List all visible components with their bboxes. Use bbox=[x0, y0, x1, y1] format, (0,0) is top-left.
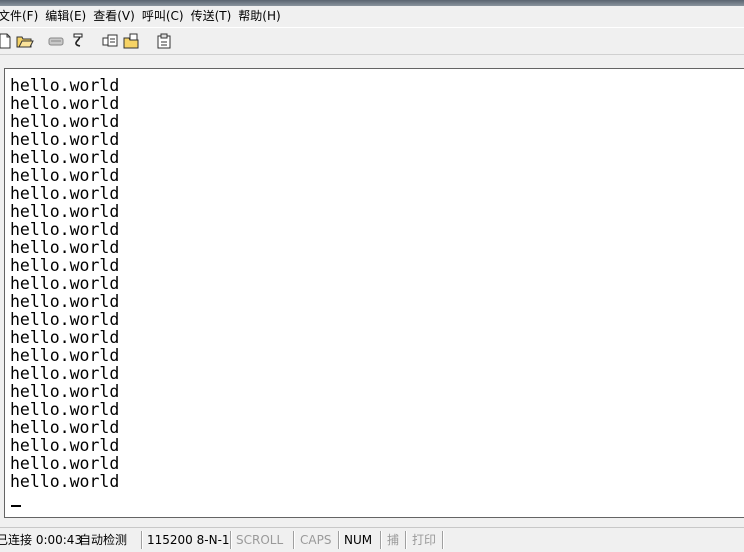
terminal-line: hello.world bbox=[10, 256, 120, 275]
terminal-line: hello.world bbox=[10, 310, 120, 329]
open-icon[interactable] bbox=[16, 32, 34, 50]
disconnect-icon[interactable] bbox=[70, 32, 88, 50]
terminal-window[interactable]: hello.world hello.world hello.world hello.w… bbox=[4, 68, 744, 518]
status-print: 打印 bbox=[412, 533, 437, 547]
menu-view[interactable]: 查看(V) bbox=[93, 6, 142, 26]
terminal-line: hello.world bbox=[10, 76, 120, 95]
terminal-line: hello.world bbox=[10, 472, 120, 491]
terminal-line: hello.world bbox=[10, 94, 120, 113]
terminal-line: hello.world bbox=[10, 328, 120, 347]
terminal-line: hello.world bbox=[10, 112, 120, 131]
terminal-line: hello.world bbox=[10, 202, 120, 221]
status-connection: 已连接 0:00:43 bbox=[0, 533, 83, 547]
status-detect: 自动检测 bbox=[79, 533, 128, 547]
menu-transfer[interactable]: 传送(T) bbox=[191, 6, 239, 26]
new-icon[interactable] bbox=[0, 32, 14, 50]
connect-icon[interactable] bbox=[47, 32, 65, 50]
terminal-line: hello.world bbox=[10, 148, 120, 167]
terminal-line: hello.world bbox=[10, 454, 120, 473]
terminal-line: hello.world bbox=[10, 364, 120, 383]
status-port-settings: 115200 8-N-1 bbox=[147, 533, 230, 547]
status-divider bbox=[338, 531, 340, 549]
terminal-line: hello.world bbox=[10, 238, 120, 257]
terminal-line: hello.world bbox=[10, 130, 120, 149]
terminal-line: hello.world bbox=[10, 292, 120, 311]
status-num: NUM bbox=[344, 533, 373, 547]
text-cursor bbox=[11, 505, 21, 507]
properties-icon[interactable] bbox=[155, 32, 173, 50]
menu-help[interactable]: 帮助(H) bbox=[238, 6, 287, 26]
status-scroll: SCROLL bbox=[236, 533, 284, 547]
terminal-line: hello.world bbox=[10, 220, 120, 239]
terminal-line: hello.world bbox=[10, 400, 120, 419]
terminal-line: hello.world bbox=[10, 418, 120, 437]
terminal-line: hello.world bbox=[10, 166, 120, 185]
terminal-line: hello.world bbox=[10, 184, 120, 203]
status-divider bbox=[380, 531, 382, 549]
menu-bar: 文件(F) 编辑(E) 查看(V) 呼叫(C) 传送(T) 帮助(H) bbox=[0, 6, 744, 26]
status-divider bbox=[405, 531, 407, 549]
terminal-line: hello.world bbox=[10, 274, 120, 293]
receive-icon[interactable] bbox=[122, 32, 140, 50]
status-caps: CAPS bbox=[300, 533, 332, 547]
status-bar: 已连接 0:00:43 自动检测 115200 8-N-1 SCROLL CAP… bbox=[0, 527, 744, 552]
menu-file[interactable]: 文件(F) bbox=[0, 6, 45, 26]
terminal-line: hello.world bbox=[10, 436, 120, 455]
status-divider bbox=[293, 531, 295, 549]
terminal-line: hello.world bbox=[10, 382, 120, 401]
status-divider bbox=[141, 531, 143, 549]
status-divider bbox=[442, 531, 444, 549]
menu-edit[interactable]: 编辑(E) bbox=[45, 6, 93, 26]
status-capture: 捕 bbox=[387, 533, 400, 547]
terminal-line: hello.world bbox=[10, 346, 120, 365]
send-icon[interactable] bbox=[101, 32, 119, 50]
toolbar bbox=[0, 27, 744, 55]
status-divider bbox=[230, 531, 232, 549]
terminal-output: hello.world hello.world hello.world hello.w… bbox=[10, 77, 119, 491]
menu-call[interactable]: 呼叫(C) bbox=[142, 6, 191, 26]
